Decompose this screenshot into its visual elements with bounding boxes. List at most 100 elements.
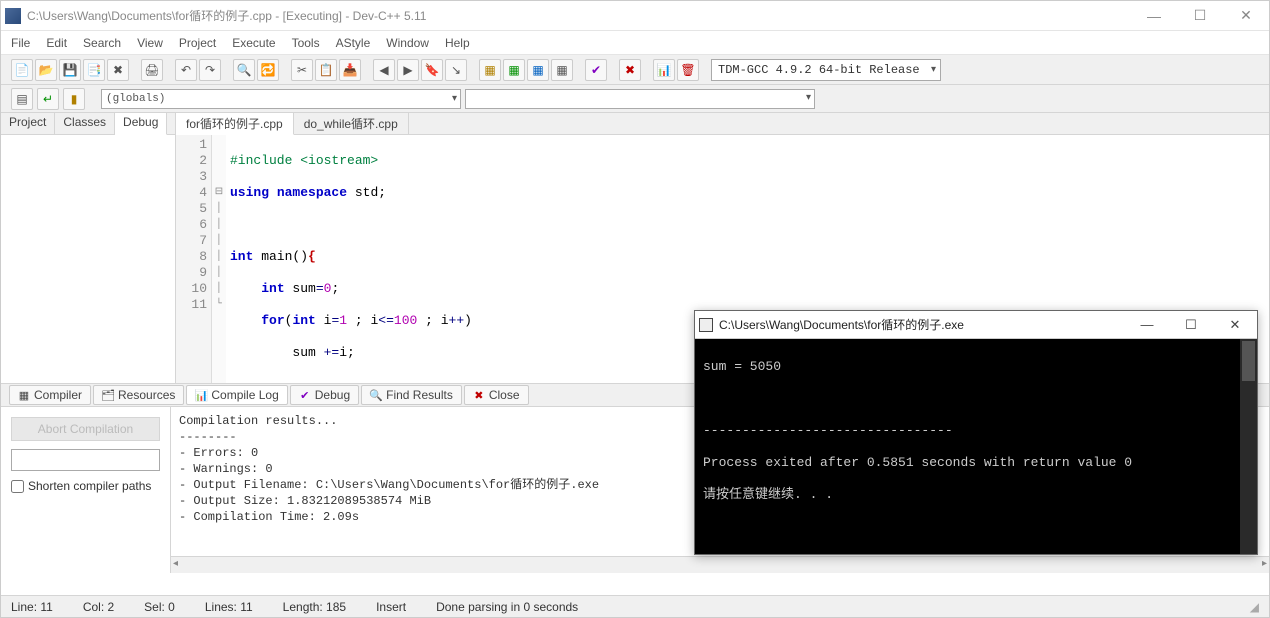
menu-project[interactable]: Project bbox=[179, 36, 216, 50]
bottom-tab-compile-log[interactable]: 📊Compile Log bbox=[186, 385, 287, 405]
console-close-button[interactable]: ✕ bbox=[1213, 311, 1257, 339]
file-tab-for[interactable]: for循环的例子.cpp bbox=[176, 113, 294, 135]
status-sel: Sel: 0 bbox=[144, 600, 175, 614]
menu-help[interactable]: Help bbox=[445, 36, 470, 50]
gutter-line: 8 bbox=[176, 249, 207, 265]
checkbox-icon[interactable] bbox=[11, 480, 24, 493]
bottom-tab-compiler[interactable]: ▦Compiler bbox=[9, 385, 91, 405]
undo-icon[interactable]: ↶ bbox=[175, 59, 197, 81]
status-done: Done parsing in 0 seconds bbox=[436, 600, 578, 614]
code-text-span: for bbox=[261, 313, 284, 328]
stop-icon[interactable]: ✖ bbox=[619, 59, 641, 81]
statusbar: Line: 11 Col: 2 Sel: 0 Lines: 11 Length:… bbox=[1, 595, 1269, 617]
bottom-tab-resources[interactable]: 🗂Resources bbox=[93, 385, 184, 405]
code-text-span: ; bbox=[331, 281, 339, 296]
menu-search[interactable]: Search bbox=[83, 36, 121, 50]
code-text-span: i; bbox=[339, 345, 355, 360]
bookmark-icon[interactable]: 🔖 bbox=[421, 59, 443, 81]
menu-edit[interactable]: Edit bbox=[46, 36, 67, 50]
replace-icon[interactable]: 🔁 bbox=[257, 59, 279, 81]
gutter-line: 4 bbox=[176, 185, 207, 201]
insert-icon[interactable]: ↵ bbox=[37, 88, 59, 110]
rebuild-icon[interactable]: ▦ bbox=[551, 59, 573, 81]
file-tab-dowhile[interactable]: do_while循环.cpp bbox=[294, 113, 409, 134]
debug-icon[interactable]: ✔ bbox=[585, 59, 607, 81]
menu-execute[interactable]: Execute bbox=[232, 36, 275, 50]
close-file-icon[interactable]: ✖ bbox=[107, 59, 129, 81]
fold-toggle-icon[interactable]: ⊟ bbox=[212, 185, 226, 201]
tab-project[interactable]: Project bbox=[1, 113, 55, 134]
menu-file[interactable]: File bbox=[11, 36, 30, 50]
menubar: File Edit Search View Project Execute To… bbox=[1, 31, 1269, 55]
console-output[interactable]: sum = 5050 -----------------------------… bbox=[695, 339, 1257, 554]
menu-tools[interactable]: Tools bbox=[292, 36, 320, 50]
save-all-icon[interactable]: 📑 bbox=[83, 59, 105, 81]
tab-label: Find Results bbox=[386, 388, 453, 402]
code-text-span: std; bbox=[347, 185, 386, 200]
code-text-span: #include <iostream> bbox=[230, 153, 378, 168]
code-text-span: { bbox=[308, 249, 316, 264]
console-line: sum = 5050 bbox=[703, 359, 1249, 375]
scroll-left-icon[interactable]: ◂ bbox=[173, 557, 178, 573]
find-icon[interactable]: 🔍 bbox=[233, 59, 255, 81]
code-text-span: namespace bbox=[277, 185, 347, 200]
console-titlebar[interactable]: C:\Users\Wang\Documents\for循环的例子.exe — ☐… bbox=[695, 311, 1257, 339]
goto-member-icon[interactable]: ▤ bbox=[11, 88, 33, 110]
close-button[interactable] bbox=[1223, 1, 1269, 31]
delete-profile-icon[interactable]: 🗑 bbox=[677, 59, 699, 81]
profile-icon[interactable]: 📊 bbox=[653, 59, 675, 81]
console-maximize-button[interactable]: ☐ bbox=[1169, 311, 1213, 339]
tab-debug[interactable]: Debug bbox=[115, 113, 167, 135]
open-file-icon[interactable]: 📂 bbox=[35, 59, 57, 81]
member-select[interactable] bbox=[465, 89, 815, 109]
menu-window[interactable]: Window bbox=[386, 36, 429, 50]
bottom-tab-close[interactable]: ✖Close bbox=[464, 385, 529, 405]
bottom-tab-find[interactable]: 🔍Find Results bbox=[361, 385, 462, 405]
resize-grip-icon[interactable]: ◢ bbox=[1250, 600, 1259, 614]
status-length: Length: 185 bbox=[283, 600, 346, 614]
console-line: Process exited after 0.5851 seconds with… bbox=[703, 455, 1249, 471]
shorten-paths-checkbox[interactable]: Shorten compiler paths bbox=[11, 479, 160, 493]
compile-icon[interactable]: ▦ bbox=[479, 59, 501, 81]
class-browser-bar: ▤ ↵ ▮ (globals) bbox=[1, 85, 1269, 113]
gutter-line: 11 bbox=[176, 297, 207, 313]
tab-classes[interactable]: Classes bbox=[55, 113, 115, 134]
gutter-line: 9 bbox=[176, 265, 207, 281]
scroll-right-icon[interactable]: ▸ bbox=[1262, 557, 1267, 573]
menu-astyle[interactable]: AStyle bbox=[336, 36, 371, 50]
back-icon[interactable]: ◀ bbox=[373, 59, 395, 81]
forward-icon[interactable]: ▶ bbox=[397, 59, 419, 81]
paste-icon[interactable]: 📥 bbox=[339, 59, 361, 81]
left-panel-tabs: Project Classes Debug bbox=[1, 113, 175, 135]
console-window: C:\Users\Wang\Documents\for循环的例子.exe — ☐… bbox=[694, 310, 1258, 555]
console-minimize-button[interactable]: — bbox=[1125, 311, 1169, 339]
cut-icon[interactable]: ✂ bbox=[291, 59, 313, 81]
code-text-span bbox=[230, 313, 261, 328]
window-buttons bbox=[1131, 1, 1269, 31]
console-app-icon bbox=[699, 318, 713, 332]
scope-select[interactable]: (globals) bbox=[101, 89, 461, 109]
compiler-select[interactable]: TDM-GCC 4.9.2 64-bit Release bbox=[711, 59, 941, 81]
compile-run-icon[interactable]: ▦ bbox=[527, 59, 549, 81]
minimize-button[interactable] bbox=[1131, 1, 1177, 31]
console-vertical-scrollbar[interactable] bbox=[1240, 339, 1257, 554]
file-tabs: for循环的例子.cpp do_while循环.cpp bbox=[176, 113, 1269, 135]
horizontal-scrollbar[interactable]: ◂▸ bbox=[171, 556, 1269, 573]
run-icon[interactable]: ▦ bbox=[503, 59, 525, 81]
redo-icon[interactable]: ↷ bbox=[199, 59, 221, 81]
status-insert: Insert bbox=[376, 600, 406, 614]
goto-icon[interactable]: ↘ bbox=[445, 59, 467, 81]
gutter-line: 1 bbox=[176, 137, 207, 153]
maximize-button[interactable] bbox=[1177, 1, 1223, 31]
save-icon[interactable]: 💾 bbox=[59, 59, 81, 81]
print-icon[interactable]: 🖨 bbox=[141, 59, 163, 81]
bookmark2-icon[interactable]: ▮ bbox=[63, 88, 85, 110]
copy-icon[interactable]: 📋 bbox=[315, 59, 337, 81]
bottom-tab-debug[interactable]: ✔Debug bbox=[290, 385, 359, 405]
code-text-span: ++ bbox=[449, 313, 465, 328]
scrollbar-thumb[interactable] bbox=[1242, 341, 1255, 381]
menu-view[interactable]: View bbox=[137, 36, 163, 50]
close-icon: ✖ bbox=[473, 389, 485, 401]
new-file-icon[interactable]: 📄 bbox=[11, 59, 33, 81]
compile-filter-input[interactable] bbox=[11, 449, 160, 471]
